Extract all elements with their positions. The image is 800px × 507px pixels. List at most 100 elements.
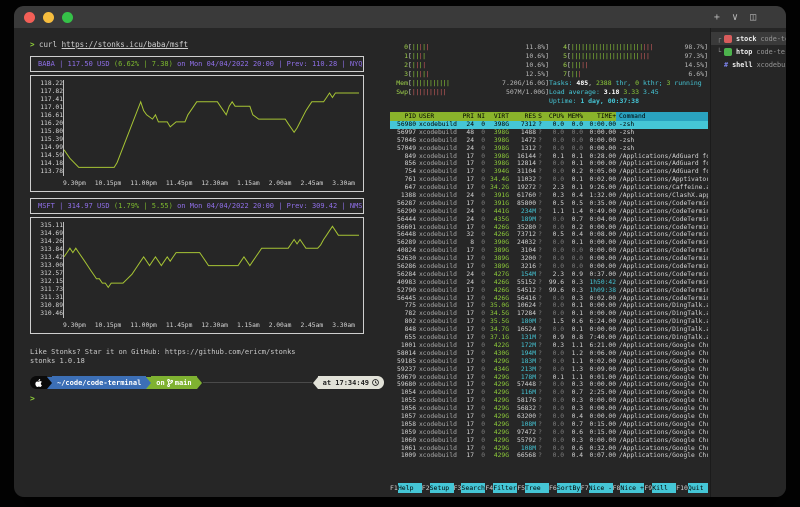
column-header-res[interactable]: RES [509,112,536,121]
process-row[interactable]: 56980xcodebuild240398G7312?0.00.00:00.00… [390,121,708,129]
column-header-cpu[interactable]: CPU% [544,112,564,121]
process-row[interactable]: 1056xcodebuild170429G56832?0.00.30:00.00… [390,405,708,413]
fkey-nice[interactable]: F8Nice + [613,483,645,493]
load-average: Load average: 3.18 3.33 3.45 [549,88,708,97]
process-row[interactable]: 40824xcodebuild170389G3104?0.00.00:00.00… [390,247,708,255]
process-row[interactable]: 56289xcodebuild80390G24032?0.00.10:00.00… [390,239,708,247]
column-header-user[interactable]: USER [416,112,459,121]
process-row[interactable]: 849xcodebuild170398G16144?0.10.10:28.00/… [390,153,708,161]
x-tick-label: 10.15pm [95,322,122,329]
process-row[interactable]: 59185xcodebuild170429G183M?0.01.10:02.00… [390,358,708,366]
column-header-pid[interactable]: PID [390,112,416,121]
process-row[interactable]: 59237xcodebuild170434G213M?0.01.30:09.00… [390,366,708,374]
panel-sidebar: ┌stockcode-terminal└htopcode-terminal#sh… [710,28,786,497]
fkey-kill[interactable]: F9Kill [644,483,676,493]
process-row[interactable]: 59680xcodebuild170429G57448?0.00.30:00.0… [390,381,708,389]
process-row[interactable]: 848xcodebuild17034.7G16524?0.00.10:00.00… [390,326,708,334]
fkey-tree[interactable]: F5Tree [517,483,549,493]
process-row[interactable]: 782xcodebuild17034.5G17284?0.00.10:00.00… [390,310,708,318]
meter-5: 5[|||||||||||||||||||||||97.3%] [549,52,708,61]
process-row[interactable]: 52790xcodebuild170426G54512?99.60.31h09:… [390,287,708,295]
process-row[interactable]: 856xcodebuild170398G12814?0.00.10:00.00/… [390,160,708,168]
y-tick-label: 310.89 [33,302,63,310]
stonks-version: stonks 1.0.18 [30,357,384,366]
column-header-mem[interactable]: MEM% [564,112,583,121]
process-row[interactable]: 1058xcodebuild170429G108M?0.00.70:15.00/… [390,421,708,429]
meter-mem: Mem[|||||||||||7.20G/16.0G] [390,79,549,88]
meter-4: 4[||||||||||||||||||||||||98.7%] [549,43,708,52]
fkey-search[interactable]: F3Search [454,483,486,493]
process-row[interactable]: 58014xcodebuild170430G194M?0.01.20:06.00… [390,350,708,358]
meter-1: 1[||||10.6%] [390,52,549,61]
msft-plot [63,222,359,318]
process-row[interactable]: 56448xcodebuild320426G73712?0.50.40:08.0… [390,231,708,239]
minimize-button[interactable] [43,12,54,23]
fkey-help[interactable]: F1Help [390,483,422,493]
x-tick-label: 11.00pm [130,322,157,329]
process-row[interactable]: 57046xcodebuild240398G1472?0.00.00:00.00… [390,137,708,145]
column-header-time[interactable]: TIME+ [583,112,616,121]
meter-0: 0[|||||11.8%] [390,43,549,52]
process-row[interactable]: 56997xcodebuild480398G1488?0.00.00:00.00… [390,129,708,137]
process-row[interactable]: 56445xcodebuild170426G56416?0.00.30:02.0… [390,295,708,303]
htop-pane[interactable]: 0[|||||11.8%]1[||||10.6%]2[||||10.6%]3[|… [388,28,710,497]
prompt-fill-line [203,382,312,383]
process-row[interactable]: 761xcodebuild17034.4G11032?0.00.10:02.00… [390,176,708,184]
process-row[interactable]: 1060xcodebuild170429G55792?0.00.30:00.00… [390,437,708,445]
baba-plot [63,80,359,176]
baba-stock-widget: BABA | 117.50 USD (6.62% | 7.38) on Mon … [30,56,364,192]
process-row[interactable]: 1055xcodebuild170429G58176?0.00.30:00.00… [390,397,708,405]
process-row[interactable]: 1059xcodebuild170429G97472?0.00.60:15.00… [390,429,708,437]
shell-panel-icon: # [724,61,728,69]
process-row[interactable]: 802xcodebuild17035.5G180M?1.50.66:24.00/… [390,318,708,326]
y-tick-label: 116.20 [33,120,63,128]
column-header-s[interactable]: S [536,112,544,121]
add-pane-button[interactable]: + [714,12,720,23]
process-row[interactable]: 56287xcodebuild170391G85800?0.50.50:35.0… [390,200,708,208]
fkey-quit[interactable]: F10Quit [676,483,708,493]
process-row[interactable]: 52630xcodebuild170389G3200?0.00.00:00.00… [390,255,708,263]
process-row[interactable]: 57049xcodebuild240398G1312?0.00.00:00.00… [390,145,708,153]
process-row[interactable]: 1061xcodebuild170429G108M?0.00.60:32.00/… [390,445,708,453]
close-button[interactable] [24,12,35,23]
y-tick-label: 313.84 [33,246,63,254]
process-row[interactable]: 1388xcodebuild240391G61760?0.30.41:32.00… [390,192,708,200]
panel-item-htop[interactable]: └htopcode-terminal [711,45,786,58]
split-panel-icon[interactable]: ◫ [750,12,756,23]
column-header-command[interactable]: Command [616,112,708,121]
process-row[interactable]: 40983xcodebuild240426G55152?99.60.31h50:… [390,279,708,287]
x-tick-label: 3.30am [332,322,355,329]
process-row[interactable]: 56290xcodebuild240441G234M?1.11.40:49.00… [390,208,708,216]
x-tick-label: 10.15pm [95,180,122,187]
process-row[interactable]: 655xcodebuild17037.1G131M?0.90.87:40.00/… [390,334,708,342]
fkey-setup[interactable]: F2Setup [422,483,454,493]
panel-item-shell[interactable]: #shellxcodebuild [711,58,786,71]
x-tick-label: 12.30am [201,180,228,187]
process-row[interactable]: 1057xcodebuild170429G63200?0.00.40:00.00… [390,413,708,421]
x-tick-label: 1.15am [237,322,260,329]
process-row[interactable]: 56444xcodebuild240435G189M?0.00.70:04.00… [390,216,708,224]
fkey-nice[interactable]: F7Nice - [581,483,613,493]
fkey-sortby[interactable]: F6SortBy [549,483,581,493]
process-row[interactable]: 59679xcodebuild170429G178M?0.11.10:01.00… [390,374,708,382]
column-header-pri[interactable]: PRI [459,112,474,121]
process-row[interactable]: 647xcodebuild17034.2G19272?2.30.19:26.00… [390,184,708,192]
fkey-filter[interactable]: F4Filter [485,483,517,493]
stonks-terminal-pane[interactable]: > curl https://stonks.icu/baba/msft BABA… [14,28,388,497]
command-url: https://stonks.icu/baba/msft [62,40,188,49]
chevron-down-icon[interactable]: ∨ [732,12,738,23]
shell-prompt-bar: ~/code/code-terminal on main at 17:34:49 [30,376,384,389]
process-row[interactable]: 1001xcodebuild170422G172M?0.31.16:21.00/… [390,342,708,350]
column-header-ni[interactable]: NI [474,112,485,121]
process-table-header[interactable]: PIDUSERPRINIVIRTRESSCPU%MEM%TIME+Command [390,112,708,121]
column-header-virt[interactable]: VIRT [485,112,509,121]
process-row[interactable]: 1054xcodebuild170429G116M?0.00.72:25.00/… [390,389,708,397]
process-row[interactable]: 56286xcodebuild170389G3216?0.00.00:00.00… [390,263,708,271]
panel-item-stock[interactable]: ┌stockcode-terminal [711,32,786,45]
process-row[interactable]: 754xcodebuild170394G31104?0.00.20:05.00/… [390,168,708,176]
zoom-button[interactable] [62,12,73,23]
process-row[interactable]: 56284xcodebuild240427G154M?2.30.90:37.00… [390,271,708,279]
process-row[interactable]: 775xcodebuild17035.0G10624?0.00.10:00.00… [390,302,708,310]
process-row[interactable]: 56601xcodebuild170426G35280?0.00.20:00.0… [390,224,708,232]
process-row[interactable]: 1009xcodebuild170429G66568?0.00.40:07.00… [390,452,708,460]
